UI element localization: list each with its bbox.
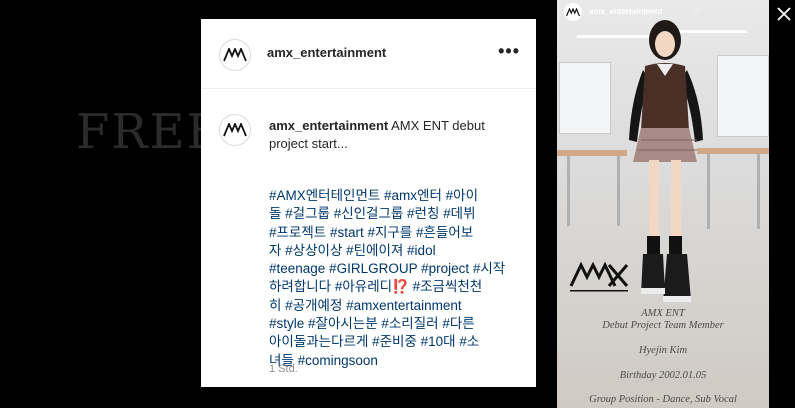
- hashtag-line-tail[interactable]: #조금씩천천: [409, 279, 483, 294]
- header-username[interactable]: amx_entertainment: [267, 45, 386, 60]
- story-line-brand: AMX ENT: [641, 308, 685, 319]
- amx-logo-icon: [223, 48, 247, 62]
- story-time: 2h: [693, 7, 702, 16]
- post-dialog: amx_entertainment ••• amx_entertainment …: [201, 19, 536, 387]
- lightbox-backdrop[interactable]: FREE amx_entertainment ••• amx_entertain…: [0, 0, 795, 408]
- story-header: amx_entertainment 2h: [557, 0, 769, 28]
- story-line-position: Group Position - Dance, Sub Vocal: [589, 394, 737, 405]
- post-header: amx_entertainment •••: [201, 19, 536, 89]
- hashtag-line[interactable]: 녀들 #comingsoon: [269, 352, 519, 370]
- hashtag-line[interactable]: 돌 #걸그룹 #신인걸그룹 #런칭 #데뷔: [269, 205, 519, 223]
- amx-brand-mark: [569, 261, 629, 292]
- story-line-birthday: Birthday 2002.01.05: [619, 370, 707, 381]
- hashtag-line[interactable]: #프로젝트 #start #지구를 #흔들어보: [269, 224, 519, 242]
- hashtag-line-text[interactable]: 하려합니다 #아유레디: [269, 279, 392, 294]
- story-panel[interactable]: amx_entertainment 2h AMX ENT Debut Proje…: [557, 0, 769, 408]
- account-avatar[interactable]: [219, 39, 251, 71]
- exclamation-question-emoji: ⁉️: [392, 279, 409, 295]
- hashtag-line[interactable]: 아이돌과는다르게 #준비중 #10대 #소: [269, 333, 519, 351]
- close-icon[interactable]: [776, 6, 792, 22]
- hashtag-line[interactable]: #teenage #GIRLGROUP #project #시작: [269, 260, 519, 278]
- amx-logo-icon: [223, 123, 247, 137]
- story-line-name: Hyejin Kim: [638, 345, 688, 356]
- story-avatar[interactable]: [564, 3, 582, 21]
- caption: amx_entertainment AMX ENT debut project …: [269, 117, 524, 153]
- hashtag-line[interactable]: #AMX엔터테인먼트 #amx엔터 #아이: [269, 187, 519, 205]
- story-brand-logo: [569, 261, 629, 298]
- amx-logo-icon: [566, 7, 580, 16]
- more-options-icon[interactable]: •••: [498, 41, 520, 62]
- hashtag-line[interactable]: #style #잘아시는분 #소리질러 #다른: [269, 315, 519, 333]
- caption-avatar[interactable]: [219, 114, 251, 146]
- hashtag-line-6[interactable]: 하려합니다 #아유레디⁉️ #조금씩천천: [269, 278, 519, 296]
- story-username[interactable]: amx_entertainment: [589, 7, 662, 16]
- caption-username[interactable]: amx_entertainment: [269, 118, 388, 133]
- post-timestamp[interactable]: 1 Std.: [269, 363, 298, 375]
- hashtag-line[interactable]: 히 #공개예정 #amxentertainment: [269, 297, 519, 315]
- hashtag-line[interactable]: 자 #상상이상 #틴에이져 #idol: [269, 242, 519, 260]
- hashtags-block: #AMX엔터테인먼트 #amx엔터 #아이 돌 #걸그룹 #신인걸그룹 #런칭 …: [269, 187, 519, 370]
- story-line-project: Debut Project Team Member: [602, 320, 724, 331]
